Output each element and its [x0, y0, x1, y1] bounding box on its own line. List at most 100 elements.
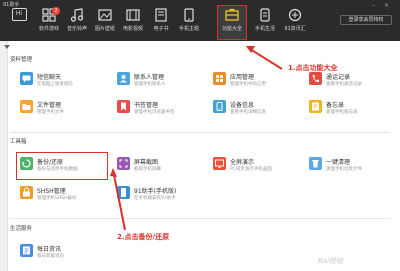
login-button[interactable]: 登录享会员特权 — [340, 15, 392, 25]
card-desc: 管理手机浏览器书签 — [134, 110, 175, 115]
card-desc: 管理手机SHSH备份 — [37, 196, 77, 201]
card-name: 联系人管理 — [134, 74, 165, 81]
nav-label: 软件游戏 — [38, 26, 59, 32]
card-desc: 清理手机垃圾文件 — [326, 167, 362, 172]
toolbox-icon — [225, 8, 239, 21]
nav-phone-life-button[interactable]: 手机生活 — [252, 6, 278, 39]
card-desc: 每日新鲜资讯 — [37, 254, 64, 259]
card-app-management[interactable]: 应用管理 管理手机中的应用 — [213, 70, 293, 94]
card-desc: 管理手机中的应用 — [230, 82, 266, 87]
book-icon — [155, 8, 167, 22]
phone-life-icon — [260, 8, 270, 22]
card-memo[interactable]: 备忘录 管理手机备忘录 — [309, 98, 389, 122]
nav-label: 图片壁纸 — [94, 26, 115, 32]
card-name: 通话记录 — [326, 74, 351, 81]
card-desc: PC同步演示手机画面 — [230, 167, 272, 172]
card-device-info[interactable]: 设备信息 查看手机详细信息 — [213, 98, 293, 122]
app-icon — [213, 72, 226, 85]
card-name: 文件管理 — [37, 102, 62, 109]
card-name: 备忘录 — [326, 102, 345, 109]
card-name: 书签管理 — [134, 102, 159, 109]
card-desc: 截取手机屏幕 — [134, 167, 161, 172]
card-name: 每日资讯 — [37, 246, 62, 253]
nav-label: 电子书 — [153, 26, 169, 32]
fullscreen-icon — [213, 157, 226, 170]
nav-label: 电影视频 — [122, 26, 143, 32]
shsh-icon — [20, 186, 33, 199]
annotation-step2: 2.点击备份/还原 — [117, 233, 170, 241]
card-name: 全屏演示 — [230, 159, 255, 166]
nav-theme-button[interactable]: 手机主题 — [176, 6, 202, 39]
cleanup-icon — [309, 157, 322, 170]
card-contacts[interactable]: 联系人管理 管理手机联系人 — [117, 70, 197, 94]
card-desc: 查看手机详细信息 — [230, 110, 266, 115]
call-log-icon — [309, 72, 322, 85]
music-icon — [70, 8, 84, 22]
nav-music-button[interactable]: 音乐铃声 — [64, 6, 90, 39]
screenshot-icon — [117, 157, 130, 170]
card-sms[interactable]: 短信聊天 在电脑上收发短信 — [20, 70, 100, 94]
sms-icon — [20, 72, 33, 85]
card-desc: 管理手机联系人 — [134, 82, 166, 87]
card-name: 短信聊天 — [37, 74, 62, 81]
nav-all-features-button[interactable]: 功能大全 — [217, 5, 247, 40]
theme-icon — [184, 8, 194, 22]
card-name: 91助手(手机版) — [134, 188, 177, 195]
hi-icon: Hi — [11, 8, 27, 21]
card-shsh-management[interactable]: SHSH管理 管理手机SHSH备份 — [20, 184, 100, 208]
nav-label: 音乐铃声 — [66, 26, 87, 32]
nav-software-games-button[interactable]: 2 软件游戏 — [36, 6, 62, 39]
contacts-icon — [117, 72, 130, 85]
nav-ebook-button[interactable]: 电子书 — [148, 6, 174, 39]
card-file-management[interactable]: 文件管理 管理手机文件 — [20, 98, 100, 122]
section-title-tools: 工具箱 — [10, 139, 27, 145]
nav-news-button[interactable]: 91资讯汇 — [282, 6, 308, 39]
nav-label: 功能大全 — [221, 26, 242, 32]
nav-label: 手机生活 — [254, 26, 275, 32]
card-fullscreen-demo[interactable]: 全屏演示 PC同步演示手机画面 — [213, 155, 293, 179]
card-screenshot[interactable]: 屏幕截图 截取手机屏幕 — [117, 155, 197, 179]
card-bookmarks[interactable]: 书签管理 管理手机浏览器书签 — [117, 98, 197, 122]
nav-label: 手机主题 — [178, 26, 199, 32]
nav-wallpaper-button[interactable]: 图片壁纸 — [92, 6, 118, 39]
card-desc: 在电脑上收发短信 — [37, 82, 73, 87]
annotation-step1: 1.点击功能大全 — [288, 64, 338, 72]
watermark-logo: Bai经验 — [318, 257, 344, 265]
daily-news-icon — [20, 244, 33, 257]
image-icon — [98, 9, 112, 21]
left-rail — [0, 41, 8, 271]
card-desc: 在手机端安装91助手 — [134, 196, 176, 201]
minimize-icon[interactable]: – — [372, 2, 375, 9]
highlight-box-backup — [16, 152, 108, 180]
card-desc: 管理手机文件 — [37, 110, 64, 115]
film-icon — [126, 9, 140, 21]
card-name: 设备信息 — [230, 102, 255, 109]
section-divider — [10, 218, 390, 219]
card-name: SHSH管理 — [37, 188, 66, 195]
device-info-icon — [213, 100, 226, 113]
card-91-mobile[interactable]: 91助手(手机版) 在手机端安装91助手 — [117, 184, 197, 208]
notification-badge: 2 — [52, 7, 60, 15]
card-name: 应用管理 — [230, 74, 255, 81]
section-divider — [10, 132, 390, 133]
card-one-click-cleanup[interactable]: 一键清理 清理手机垃圾文件 — [309, 155, 389, 179]
card-call-log[interactable]: 通话记录 查看手机通话记录 — [309, 70, 389, 94]
card-desc: 管理手机备忘录 — [326, 110, 358, 115]
nav-label: 91资讯汇 — [284, 26, 306, 32]
card-name: 屏幕截图 — [134, 159, 159, 166]
section-title-data: 资料管理 — [10, 57, 33, 63]
news-icon — [288, 8, 302, 22]
top-navigation-bar: 91助手 Hi 2 软件游戏 音乐铃声 图片壁纸 电影视频 电子书 手机主题 功… — [0, 0, 400, 41]
phone-app-icon — [117, 186, 130, 199]
folder-icon — [20, 100, 33, 113]
card-desc: 查看手机通话记录 — [326, 82, 362, 87]
card-daily-news[interactable]: 每日资讯 每日新鲜资讯 — [20, 242, 100, 266]
memo-icon — [309, 100, 322, 113]
section-title-life: 生活服务 — [10, 226, 33, 232]
card-name: 一键清理 — [326, 159, 351, 166]
nav-home-button[interactable]: Hi — [6, 6, 32, 39]
chevron-down-icon[interactable] — [4, 45, 10, 49]
nav-video-button[interactable]: 电影视频 — [120, 6, 146, 39]
close-icon[interactable]: × — [384, 2, 389, 9]
bookmark-icon — [117, 100, 130, 113]
